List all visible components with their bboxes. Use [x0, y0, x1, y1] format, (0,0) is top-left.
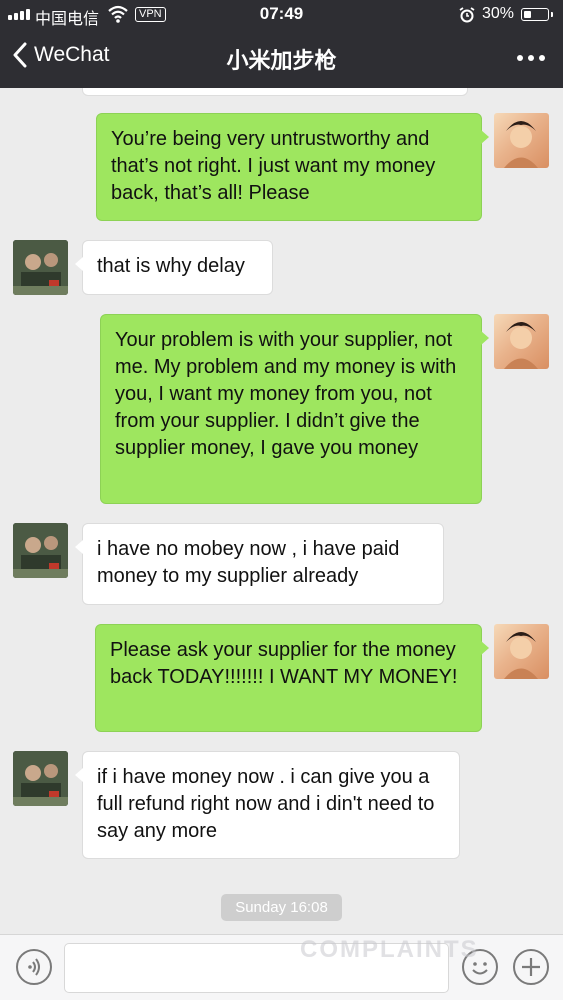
clock: 07:49 — [259, 4, 304, 23]
message-bubble-received[interactable]: that is why delay — [75, 240, 273, 295]
my-avatar[interactable] — [494, 314, 549, 369]
voice-icon — [28, 958, 40, 976]
message-bubble-sent[interactable]: You’re being very untrustworthy and that… — [96, 113, 489, 221]
my-avatar[interactable] — [494, 113, 549, 168]
contact-avatar[interactable] — [13, 751, 68, 806]
alarm-icon — [459, 7, 475, 23]
message-bubble-received[interactable]: if i have money now . i can give you a f… — [75, 751, 460, 859]
message-bubble-received[interactable]: i have no mobey now , i have paid money … — [75, 523, 444, 605]
contact-avatar[interactable] — [13, 240, 68, 295]
nav-bar: WeChat 小米加步枪 — [0, 30, 563, 88]
watermark: COMPLAINTS — [300, 936, 479, 963]
chat-area[interactable]: You’re being very untrustworthy and that… — [0, 88, 563, 934]
message-bubble-sent[interactable]: Your problem is with your supplier, not … — [100, 314, 489, 504]
chat-title: 小米加步枪 — [226, 48, 337, 73]
battery-percent: 30% — [482, 5, 515, 22]
message-bubble-sent[interactable]: Please ask your supplier for the money b… — [95, 624, 489, 732]
more-dots-icon[interactable] — [517, 55, 545, 61]
contact-avatar[interactable] — [13, 523, 68, 578]
status-bar: 中国电信 VPN 07:49 30% — [0, 0, 563, 30]
previous-message-bubble — [82, 88, 468, 96]
plus-icon — [522, 958, 540, 976]
voice-button[interactable] — [16, 949, 52, 985]
top-bar: 中国电信 VPN 07:49 30% WeChat 小米加步枪 — [0, 0, 563, 88]
plus-button[interactable] — [513, 949, 549, 985]
my-avatar[interactable] — [494, 624, 549, 679]
chat-timestamp: Sunday 16:08 — [221, 894, 342, 921]
battery-icon — [521, 8, 553, 21]
